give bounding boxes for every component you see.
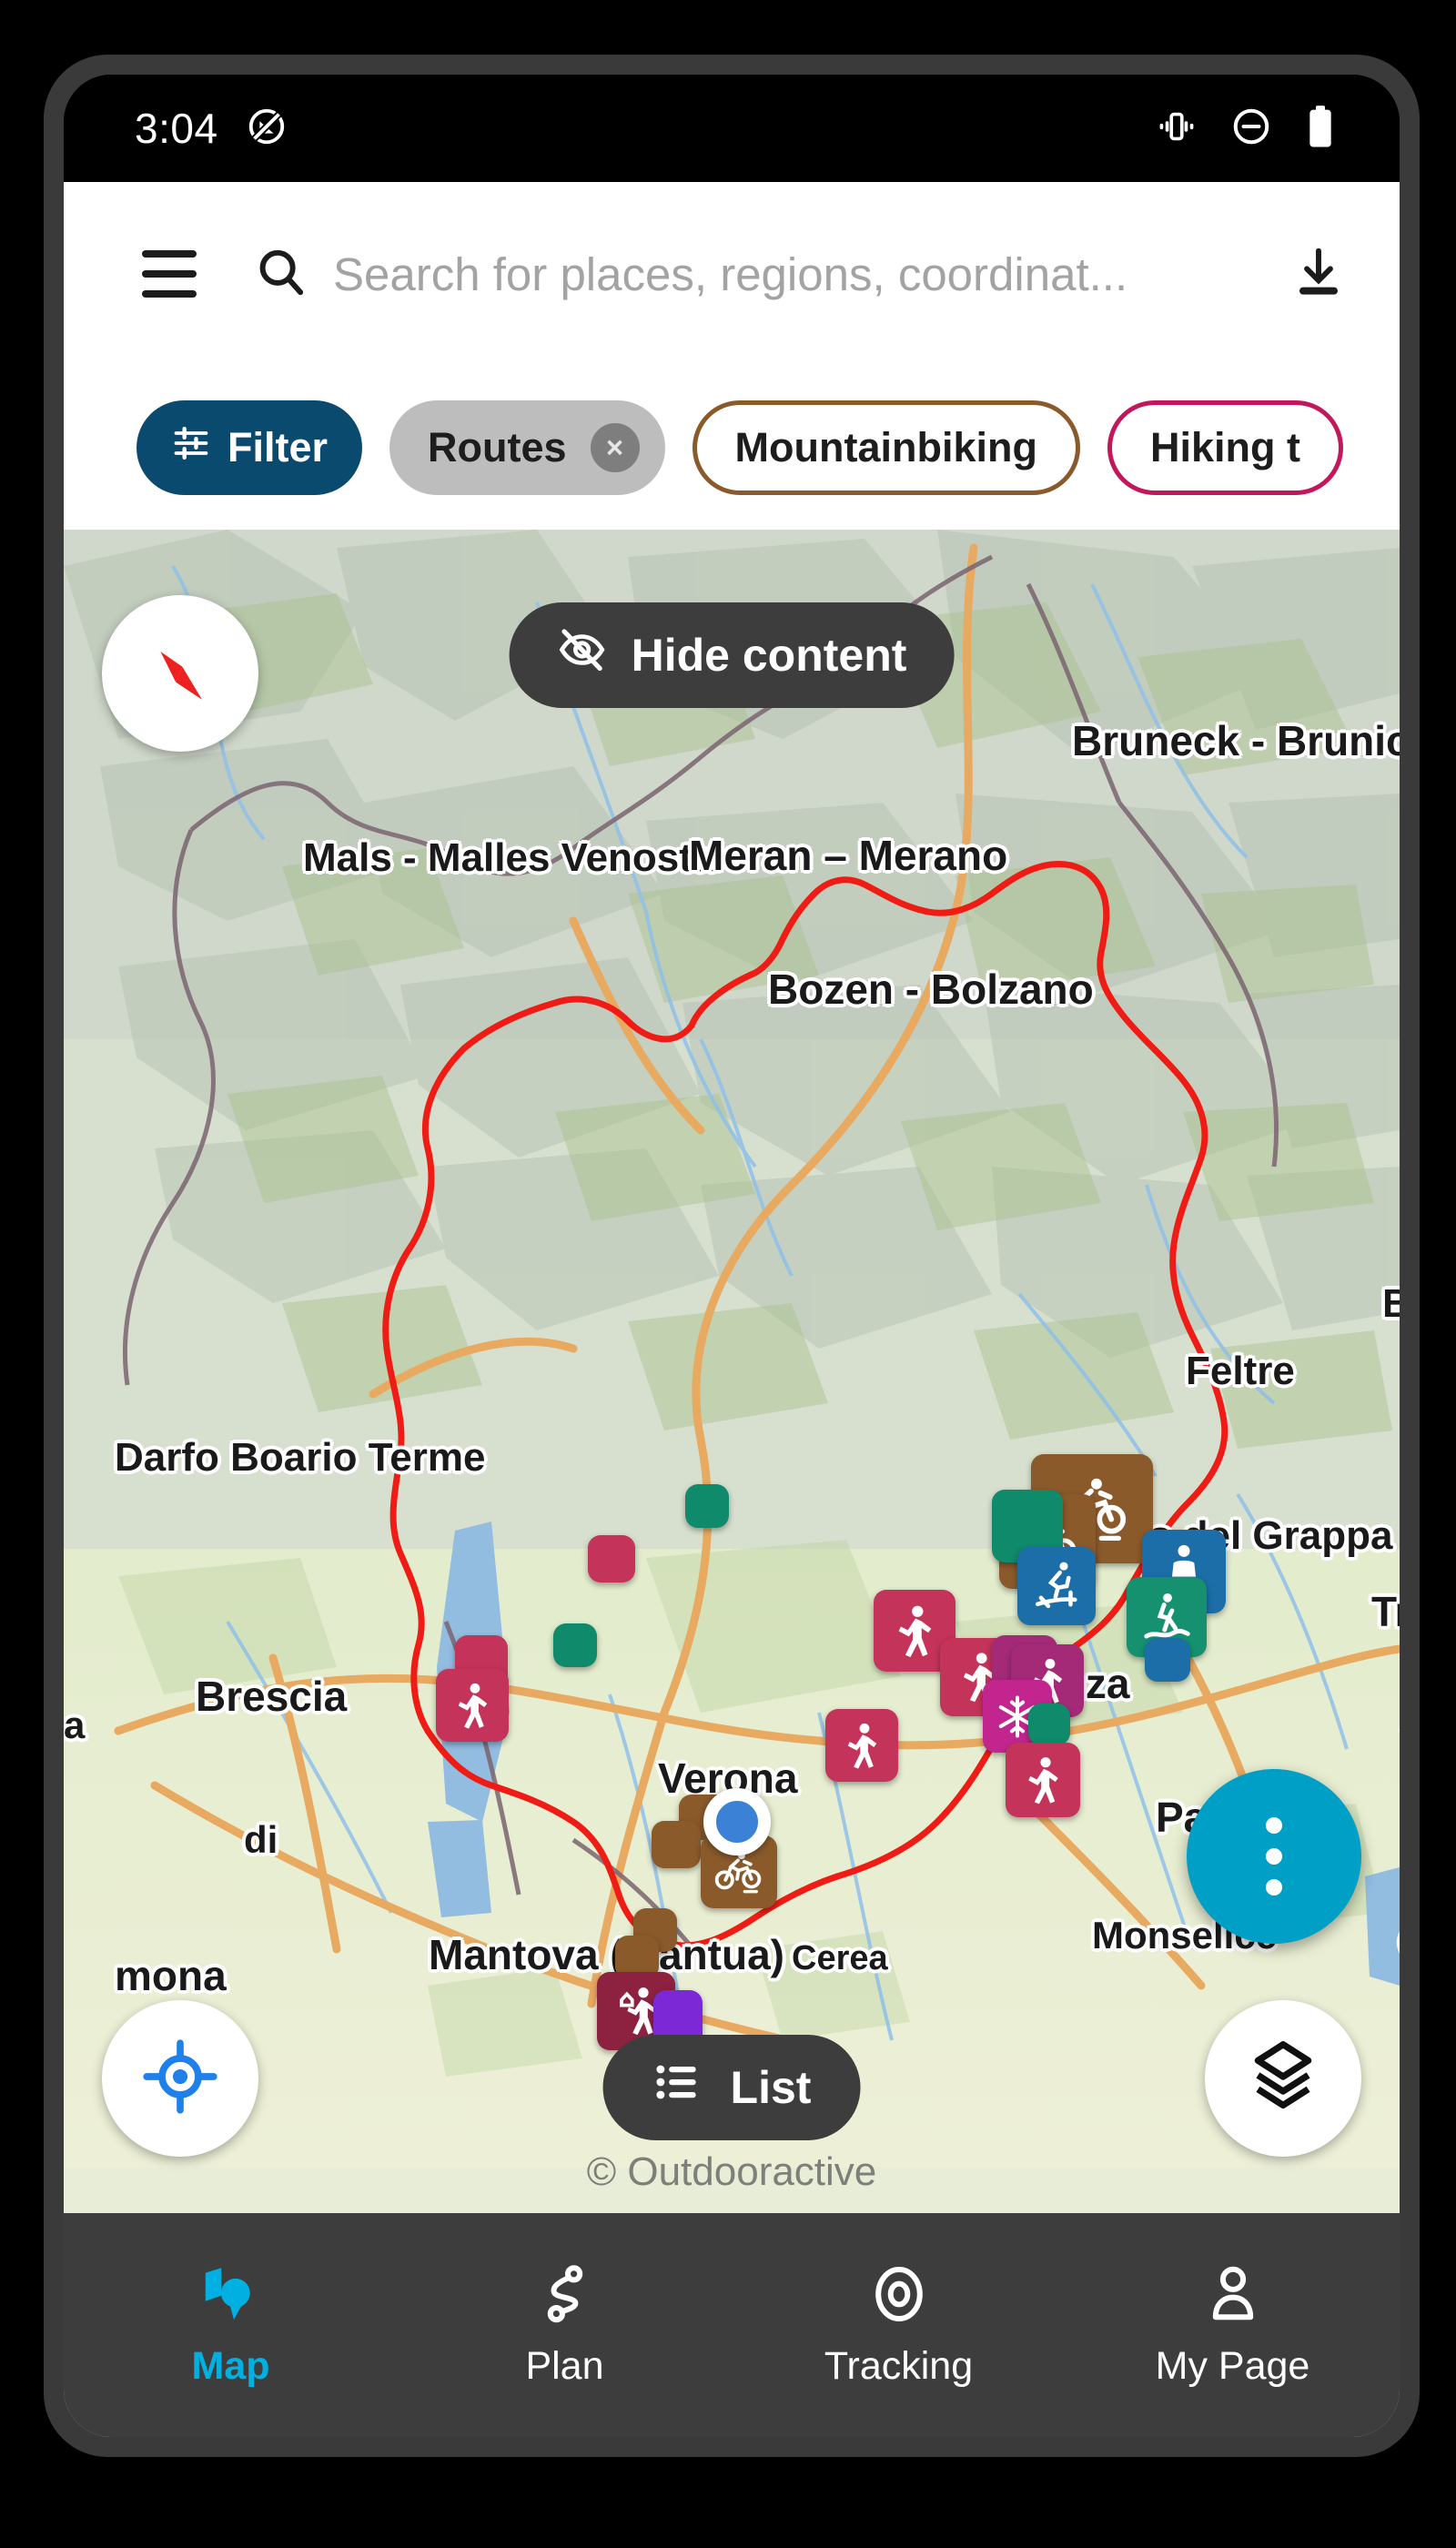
route-plan-icon bbox=[532, 2261, 598, 2331]
do-not-disturb-slash-icon bbox=[246, 106, 288, 152]
dnd-minus-circle-icon bbox=[1230, 106, 1272, 152]
status-bar-left: 3:04 bbox=[135, 104, 288, 153]
app-container: Filter Routes × Mountainbiking Hiking t bbox=[64, 182, 1400, 2437]
map-poi-walker[interactable] bbox=[436, 1669, 509, 1742]
chip-hiking[interactable]: Hiking t bbox=[1107, 400, 1343, 495]
filter-chips-row: Filter Routes × Mountainbiking Hiking t bbox=[64, 366, 1400, 530]
user-location-dot bbox=[703, 1788, 771, 1855]
map-poi-square-marker[interactable] bbox=[588, 1535, 635, 1582]
hamburger-menu-icon[interactable] bbox=[142, 250, 197, 298]
phone-screen: 3:04 Search for places, regions, coordin… bbox=[64, 75, 1400, 2437]
nav-item-my-page[interactable]: My Page bbox=[1066, 2213, 1400, 2437]
list-label: List bbox=[730, 2062, 812, 2113]
nav-item-plan[interactable]: Plan bbox=[398, 2213, 732, 2437]
list-bullets-icon bbox=[652, 2057, 703, 2118]
chip-routes-remove-icon[interactable]: × bbox=[590, 423, 640, 472]
map-canvas bbox=[64, 530, 1400, 2213]
user-account-icon bbox=[1200, 2261, 1266, 2331]
search-bar bbox=[64, 182, 1400, 366]
chip-hiking-label: Hiking t bbox=[1150, 424, 1300, 470]
nav-item-tracking-label: Tracking bbox=[824, 2344, 974, 2388]
download-icon[interactable] bbox=[1290, 244, 1347, 305]
nav-item-my-page-label: My Page bbox=[1155, 2344, 1310, 2388]
chip-mountainbiking-label: Mountainbiking bbox=[734, 424, 1037, 470]
more-options-fab[interactable] bbox=[1187, 1769, 1361, 1944]
search-icon bbox=[253, 244, 309, 305]
map-layers-icon bbox=[1241, 2035, 1325, 2123]
more-vertical-icon-dot bbox=[1266, 1848, 1282, 1865]
nav-item-map[interactable]: Map bbox=[64, 2213, 398, 2437]
nav-item-tracking[interactable]: Tracking bbox=[732, 2213, 1066, 2437]
map-layers-button[interactable] bbox=[1205, 2000, 1361, 2157]
chip-filter[interactable]: Filter bbox=[136, 400, 363, 495]
battery-icon bbox=[1305, 104, 1336, 154]
map-view[interactable]: Bruneck - Brunico Mals - Malles Venosta Me… bbox=[64, 530, 1400, 2213]
nav-item-plan-label: Plan bbox=[525, 2344, 604, 2388]
phone-shell: 3:04 Search for places, regions, coordin… bbox=[44, 55, 1420, 2457]
locate-me-button[interactable] bbox=[102, 2000, 258, 2157]
hide-content-label: Hide content bbox=[631, 630, 907, 681]
compass-icon[interactable] bbox=[102, 595, 258, 752]
chip-routes[interactable]: Routes × bbox=[389, 400, 665, 495]
status-bar: 3:04 bbox=[64, 75, 1400, 182]
chip-mountainbiking[interactable]: Mountainbiking bbox=[692, 400, 1080, 495]
map-poi-square-marker[interactable] bbox=[553, 1623, 597, 1667]
map-search-icon bbox=[198, 2261, 264, 2331]
nav-item-map-label: Map bbox=[191, 2344, 270, 2388]
chip-routes-label: Routes bbox=[428, 424, 567, 470]
more-vertical-icon-dot bbox=[1266, 1879, 1282, 1896]
map-poi-square-marker[interactable] bbox=[1145, 1638, 1190, 1682]
map-poi-square-marker[interactable] bbox=[652, 1821, 701, 1868]
map-poi-walker[interactable] bbox=[1006, 1743, 1080, 1817]
map-poi-walker[interactable] bbox=[825, 1709, 898, 1782]
filter-sliders-icon bbox=[171, 423, 211, 473]
bottom-navigation: Map Plan Tracking My Page bbox=[64, 2213, 1400, 2437]
search-input[interactable] bbox=[333, 247, 1278, 301]
vibrate-icon bbox=[1156, 106, 1198, 152]
chip-filter-label: Filter bbox=[228, 424, 329, 470]
more-vertical-icon-dot bbox=[1266, 1817, 1282, 1834]
status-bar-right bbox=[1156, 104, 1336, 154]
list-button[interactable]: List bbox=[602, 2035, 861, 2140]
status-time: 3:04 bbox=[135, 105, 218, 152]
map-poi-square-marker[interactable] bbox=[685, 1484, 729, 1528]
eye-off-icon bbox=[557, 624, 608, 686]
map-poi-square-marker[interactable] bbox=[1028, 1704, 1070, 1745]
crosshair-locate-icon bbox=[138, 2035, 222, 2123]
tracking-target-icon bbox=[866, 2261, 932, 2331]
map-poi-ski[interactable] bbox=[1017, 1547, 1096, 1625]
hide-content-button[interactable]: Hide content bbox=[509, 602, 955, 708]
